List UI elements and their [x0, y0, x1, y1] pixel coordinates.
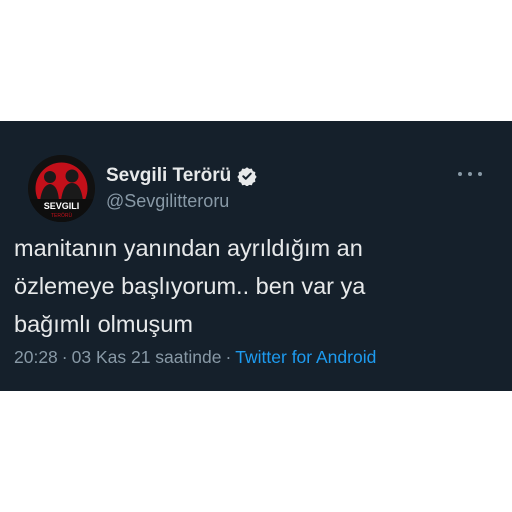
tweet-card: SEVGILI TERÖRÜ Sevgili Terörü @Sevgilitt… — [0, 121, 512, 391]
meta-separator: · — [61, 347, 68, 367]
tweet-meta: 20:28 · 03 Kas 21 saatinde · Twitter for And… — [14, 347, 376, 368]
display-name[interactable]: Sevgili Terörü — [106, 165, 231, 187]
more-dot — [458, 172, 462, 176]
display-name-row: Sevgili Terörü — [106, 165, 257, 187]
tweet-text: manitanın yanından ayrıldığım an özlemey… — [14, 235, 366, 337]
tweet-time[interactable]: 20:28 — [14, 347, 58, 367]
meta-separator: · — [225, 347, 232, 367]
avatar[interactable]: SEVGILI TERÖRÜ — [28, 155, 95, 222]
tweet-source-link[interactable]: Twitter for Android — [235, 347, 376, 367]
more-dot — [468, 172, 472, 176]
tweet-date[interactable]: 03 Kas 21 saatinde — [72, 347, 222, 367]
more-horizontal-icon[interactable] — [458, 166, 482, 182]
avatar-image: SEVGILI TERÖRÜ — [28, 155, 95, 222]
username[interactable]: @Sevgilitteroru — [106, 191, 229, 212]
page: SEVGILI TERÖRÜ Sevgili Terörü @Sevgilitt… — [0, 0, 512, 512]
more-dot — [478, 172, 482, 176]
avatar-logo-text: SEVGILI — [44, 201, 80, 211]
avatar-logo-subtext: TERÖRÜ — [51, 212, 73, 219]
verified-badge-icon — [237, 166, 257, 187]
